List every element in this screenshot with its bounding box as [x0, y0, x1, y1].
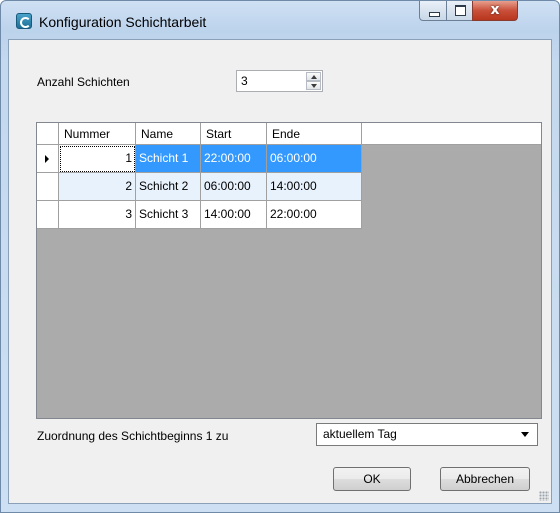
- minimize-icon: [429, 12, 440, 17]
- grid-corner[interactable]: [37, 123, 59, 145]
- column-header-ende[interactable]: Ende: [267, 123, 362, 145]
- cell-ende[interactable]: 06:00:00: [267, 145, 362, 173]
- resize-grip-icon[interactable]: [539, 491, 549, 501]
- assignment-dropdown[interactable]: aktuellem Tag: [316, 423, 538, 446]
- stepper-up-button[interactable]: [306, 72, 321, 81]
- dialog-window: Konfiguration Schichtarbeit x Anzahl Sch…: [0, 0, 560, 513]
- minimize-button[interactable]: [419, 1, 447, 21]
- title-bar[interactable]: Konfiguration Schichtarbeit x: [1, 1, 559, 39]
- cancel-button[interactable]: Abbrechen: [440, 467, 530, 491]
- cell-start[interactable]: 06:00:00: [201, 173, 267, 201]
- row-header[interactable]: [37, 145, 59, 173]
- app-logo-icon[interactable]: [16, 13, 32, 29]
- column-header-nummer[interactable]: Nummer: [59, 123, 136, 145]
- grid-header-filler: [362, 123, 541, 145]
- close-icon: x: [490, 2, 500, 18]
- close-button[interactable]: x: [472, 1, 518, 21]
- dialog-client-area: Anzahl Schichten Nummer Name Start Ende: [8, 39, 552, 504]
- window-title: Konfiguration Schichtarbeit: [39, 14, 207, 30]
- maximize-button[interactable]: [446, 1, 473, 21]
- cell-name[interactable]: Schicht 1: [136, 145, 201, 173]
- row-header[interactable]: [37, 173, 59, 201]
- cell-nummer[interactable]: 3: [59, 201, 136, 229]
- ok-button[interactable]: OK: [333, 467, 411, 491]
- cell-ende[interactable]: 22:00:00: [267, 201, 362, 229]
- cell-start[interactable]: 22:00:00: [201, 145, 267, 173]
- cell-name[interactable]: Schicht 3: [136, 201, 201, 229]
- grid-header: Nummer Name Start Ende: [37, 123, 541, 145]
- cell-nummer[interactable]: 1: [59, 145, 136, 173]
- assignment-selected-value: aktuellem Tag: [323, 427, 397, 441]
- assignment-label: Zuordnung des Schichtbeginns 1 zu: [37, 429, 229, 443]
- chevron-down-icon: [521, 432, 529, 437]
- shift-grid[interactable]: Nummer Name Start Ende 1 Schicht 1 22:00…: [36, 122, 542, 419]
- arrow-up-icon: [311, 75, 317, 79]
- stepper-buttons: [306, 72, 321, 90]
- stepper-down-button[interactable]: [306, 81, 321, 90]
- shift-count-stepper[interactable]: [236, 70, 323, 92]
- arrow-down-icon: [311, 84, 317, 88]
- row-header[interactable]: [37, 201, 59, 229]
- column-header-start[interactable]: Start: [201, 123, 267, 145]
- shift-count-label: Anzahl Schichten: [37, 75, 130, 89]
- maximize-icon: [455, 5, 466, 16]
- cell-nummer[interactable]: 2: [59, 173, 136, 201]
- cell-ende[interactable]: 14:00:00: [267, 173, 362, 201]
- cell-start[interactable]: 14:00:00: [201, 201, 267, 229]
- current-row-icon: [45, 155, 49, 163]
- cell-name[interactable]: Schicht 2: [136, 173, 201, 201]
- column-header-name[interactable]: Name: [136, 123, 201, 145]
- shift-count-input[interactable]: [237, 71, 309, 91]
